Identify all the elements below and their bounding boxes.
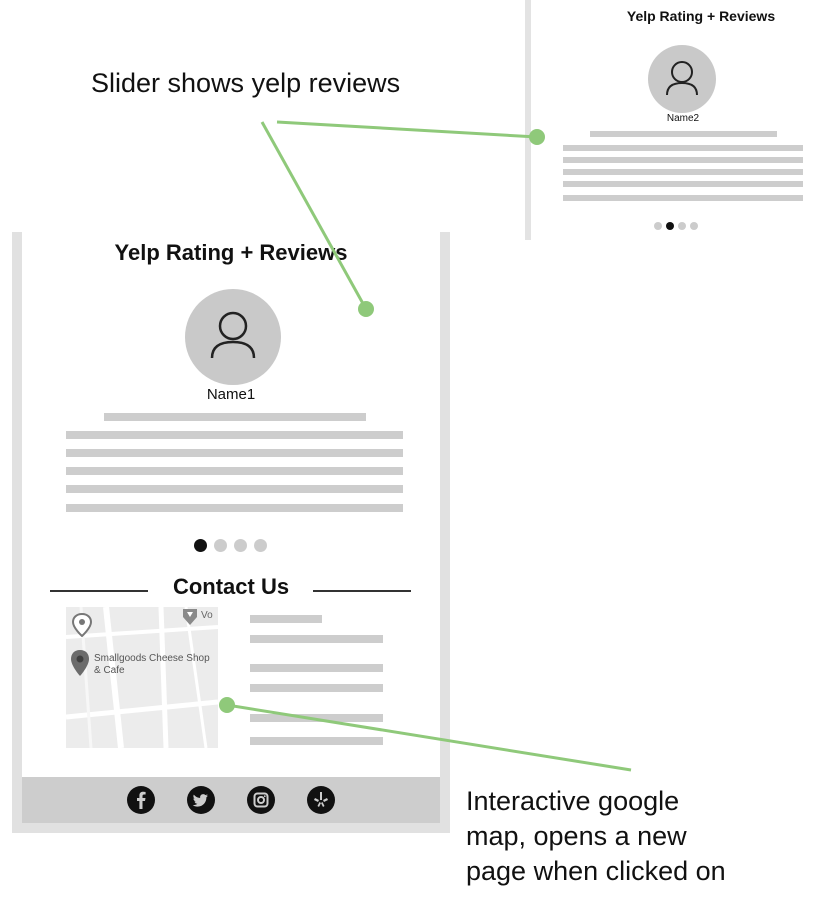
connector-line — [276, 120, 538, 139]
annotation-connectors — [219, 120, 632, 772]
connector-line — [260, 121, 368, 310]
connector-dot — [529, 129, 545, 145]
connector-line — [226, 703, 632, 772]
connector-dot — [219, 697, 235, 713]
connector-dot — [358, 301, 374, 317]
